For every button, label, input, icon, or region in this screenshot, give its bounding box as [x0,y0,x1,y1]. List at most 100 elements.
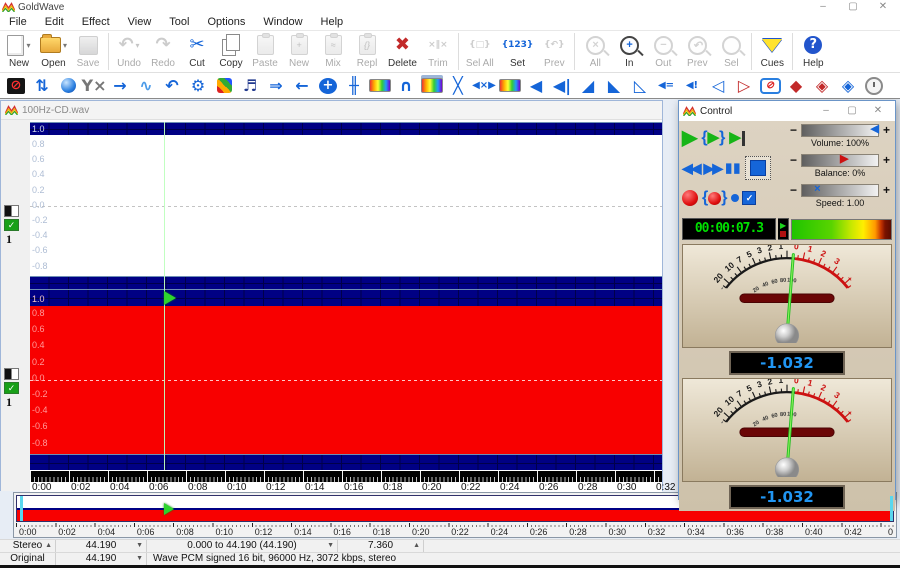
status-original-length[interactable]: 44.190▼ [56,553,147,565]
spectrum-filter-icon[interactable] [419,74,445,97]
menu-view[interactable]: View [119,14,161,30]
monitor-off-icon[interactable]: ⊘ [3,74,29,97]
volume-minus-button[interactable]: − [788,124,799,136]
status-total-length[interactable]: 44.190▼ [56,540,147,552]
volume-thumb-speaker-icon[interactable]: ◀ [871,123,879,136]
fade-corner-icon[interactable]: ◺ [627,74,653,97]
speaker-level-icon[interactable]: ◀| [549,74,575,97]
open-button[interactable]: ▾Open [36,31,71,72]
status-marker-position[interactable]: 7.360▲ [338,540,424,552]
volume-slider[interactable]: ◀ [801,124,879,137]
channel-1-badge[interactable]: ✓ 1 [4,205,20,247]
equalizer-icon[interactable]: ╫ [341,74,367,97]
offset-right-icon[interactable]: → [107,74,133,97]
stop-button[interactable] [745,156,771,180]
selection-start-marker[interactable] [20,496,23,521]
set-button[interactable]: {123}Set [498,31,538,72]
help-button[interactable]: ?Help [796,31,830,72]
speed-thumb-icon[interactable]: × [814,183,820,196]
record-button[interactable] [682,190,698,206]
play-to-end-button[interactable]: ▶ [729,130,745,146]
menu-tool[interactable]: Tool [160,14,198,30]
balance-minus-button[interactable]: − [788,154,799,166]
balance-slider[interactable]: ▶ [801,154,879,167]
clock-icon[interactable] [861,74,887,97]
dropdown-arrow-icon[interactable]: ▾ [63,41,67,50]
balance-thumb-icon[interactable]: ▶ [840,153,848,166]
in-button[interactable]: +In [612,31,646,72]
menu-window[interactable]: Window [254,14,311,30]
pan-control-icon[interactable]: + [315,74,341,97]
control-title-bar[interactable]: Control – ▢ ✕ [679,101,895,121]
shape-mixer-icon[interactable] [211,74,237,97]
stereo-center-icon[interactable]: ◀×▶ [471,74,497,97]
menu-options[interactable]: Options [198,14,254,30]
speed-slider[interactable]: × [801,184,879,197]
playback-marker-icon[interactable] [164,291,176,305]
dropdown-arrow-icon[interactable]: ▾ [26,41,30,50]
speaker-line-icon[interactable]: ◁ [705,74,731,97]
monitor-bubble-icon[interactable]: ⊘ [757,74,783,97]
control-maximize-button[interactable]: ▢ [839,104,865,118]
menu-edit[interactable]: Edit [36,14,73,30]
reverse-icon[interactable]: ↶ [159,74,185,97]
control-minimize-button[interactable]: – [813,104,839,118]
time-ruler[interactable] [30,471,662,482]
selection-end-marker[interactable] [890,496,893,521]
overview-right-channel[interactable] [17,510,893,521]
document-title-bar[interactable]: 100Hz-CD.wav [1,101,662,120]
channel-2-badge[interactable]: ✓ 1 [4,368,20,410]
status-selection-range[interactable]: 0.000 to 44.190 (44.190)▼ [147,540,338,552]
doppler-icon[interactable]: ∿ [133,74,159,97]
filter-gate-icon[interactable]: ∩ [393,74,419,97]
diamond-blue-icon[interactable]: ◈ [835,74,861,97]
music-score-icon[interactable]: ♬ [237,74,263,97]
cut-button[interactable]: ✂Cut [180,31,214,72]
minimize-button[interactable]: – [808,0,838,14]
channel-enabled-checkbox[interactable]: ✓ [4,382,19,394]
diamond-marker-icon[interactable]: ◈ [809,74,835,97]
mechanize-icon[interactable]: ⚙ [185,74,211,97]
fast-forward-button[interactable]: ▶▶ [704,160,722,177]
monitor-toggle[interactable]: ✓ [731,191,756,205]
fade-out-icon[interactable]: ◣ [601,74,627,97]
record-selection-button[interactable]: {} [702,189,727,207]
delete-button[interactable]: ✖Delete [384,31,421,72]
channel-view-icon[interactable] [4,205,19,217]
play-device-icon[interactable]: ▷ [731,74,757,97]
play-selection-button[interactable]: {▶} [701,129,725,147]
sphere-effect-icon[interactable] [55,74,81,97]
volume-plus-button[interactable]: + [881,124,892,136]
close-button[interactable]: ✕ [868,0,898,14]
spectrum-bar-icon[interactable] [367,74,393,97]
status-channel-mode[interactable]: Stereo▲ [0,540,56,552]
maximize-button[interactable]: ▢ [838,0,868,14]
overview-play-marker-icon[interactable] [164,503,174,515]
volume-maximize-icon[interactable]: ◀! [679,74,705,97]
noise-reduction-icon[interactable]: ╳ [445,74,471,97]
shape-volume-icon[interactable]: ⇅ [29,74,55,97]
expression-evaluator-icon[interactable]: Y× [81,74,107,97]
waveform-area[interactable]: 1.0 0.80.60.40.20.0-0.2-0.4-0.6-0.8 1.0 … [30,120,662,491]
speed-minus-button[interactable]: − [788,184,799,196]
play-button[interactable]: ▶ [682,127,697,149]
control-close-button[interactable]: ✕ [865,104,891,118]
speed-plus-button[interactable]: + [881,184,892,196]
pitch-icon[interactable]: ⇒ [263,74,289,97]
pause-button[interactable]: ▮▮ [725,160,741,176]
copy-button[interactable]: Copy [214,31,248,72]
channel-view-icon[interactable] [4,368,19,380]
channel-enabled-checkbox[interactable]: ✓ [4,219,19,231]
rewind-button[interactable]: ◀◀ [682,160,700,177]
spectrum-cart-icon[interactable] [497,74,523,97]
speaker-left-icon[interactable]: ◀ [523,74,549,97]
menu-help[interactable]: Help [312,14,353,30]
balance-plus-button[interactable]: + [881,154,892,166]
dropdown-arrow-icon[interactable]: ▾ [136,41,140,50]
menu-effect[interactable]: Effect [73,14,119,30]
offset-left-icon[interactable]: ← [289,74,315,97]
menu-file[interactable]: File [0,14,36,30]
left-channel-waveform[interactable]: 0.80.60.40.20.0-0.2-0.4-0.6-0.8 [30,135,662,276]
fade-in-icon[interactable]: ◢ [575,74,601,97]
diamond-red-icon[interactable]: ◆ [783,74,809,97]
